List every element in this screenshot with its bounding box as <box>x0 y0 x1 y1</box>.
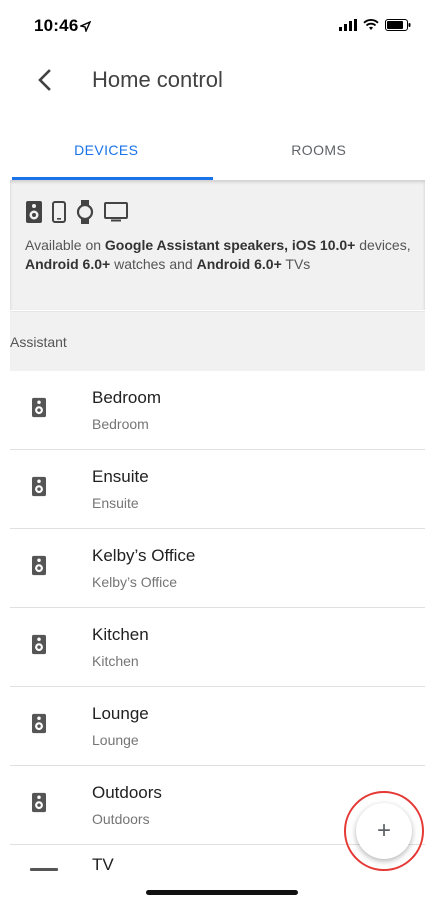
signal-icon <box>339 18 357 36</box>
back-button[interactable] <box>26 64 62 100</box>
device-name: Lounge <box>92 704 149 723</box>
speaker-icon <box>32 397 46 423</box>
status-time: 10:46 <box>34 16 79 35</box>
device-name: Kitchen <box>92 625 149 644</box>
tv-icon <box>30 868 58 871</box>
battery-icon <box>385 18 411 36</box>
list-item[interactable]: Lounge Lounge <box>10 687 425 766</box>
page-title: Home control <box>92 67 223 92</box>
tab-bar: DEVICES ROOMS <box>0 120 425 180</box>
list-item[interactable]: Bedroom Bedroom <box>10 371 425 450</box>
list-item[interactable]: Kitchen Kitchen <box>10 608 425 687</box>
tv-icon <box>104 202 128 227</box>
device-room: Bedroom <box>92 416 149 432</box>
section-header-assistant: Assistant <box>10 311 425 371</box>
list-item[interactable]: TV <box>10 845 425 905</box>
list-item[interactable]: Kelby’s Office Kelby’s Office <box>10 529 425 608</box>
device-room: Kitchen <box>92 653 139 669</box>
device-type-icons <box>26 200 128 229</box>
tab-rooms[interactable]: ROOMS <box>213 120 425 180</box>
availability-banner: Available on Google Assistant speakers, … <box>10 180 425 310</box>
speaker-icon <box>32 713 46 739</box>
device-name: Ensuite <box>92 467 149 486</box>
device-room: Outdoors <box>92 811 150 827</box>
list-item[interactable]: Ensuite Ensuite <box>10 450 425 529</box>
plus-icon: + <box>376 817 391 844</box>
section-title: Assistant <box>10 334 67 350</box>
device-name: Outdoors <box>92 783 162 802</box>
tab-devices[interactable]: DEVICES <box>0 120 213 180</box>
speaker-icon <box>32 634 46 660</box>
status-bar: 10:46 <box>0 0 425 50</box>
speaker-icon <box>32 476 46 502</box>
phone-icon <box>52 201 66 228</box>
speaker-icon <box>26 201 42 228</box>
location-arrow-icon <box>78 19 92 37</box>
chevron-left-icon <box>37 68 51 96</box>
device-name: TV <box>92 855 114 874</box>
wifi-icon <box>363 18 379 36</box>
device-room: Lounge <box>92 732 139 748</box>
speaker-icon <box>32 792 46 818</box>
device-room: Kelby’s Office <box>92 574 178 590</box>
add-device-button[interactable]: + <box>356 803 412 859</box>
device-room: Ensuite <box>92 495 139 511</box>
home-indicator[interactable] <box>146 890 298 895</box>
app-bar: Home control <box>0 50 425 120</box>
speaker-icon <box>32 555 46 581</box>
device-name: Bedroom <box>92 388 161 407</box>
watch-icon <box>76 200 94 229</box>
availability-text: Available on Google Assistant speakers, … <box>25 237 411 272</box>
device-name: Kelby’s Office <box>92 546 196 565</box>
